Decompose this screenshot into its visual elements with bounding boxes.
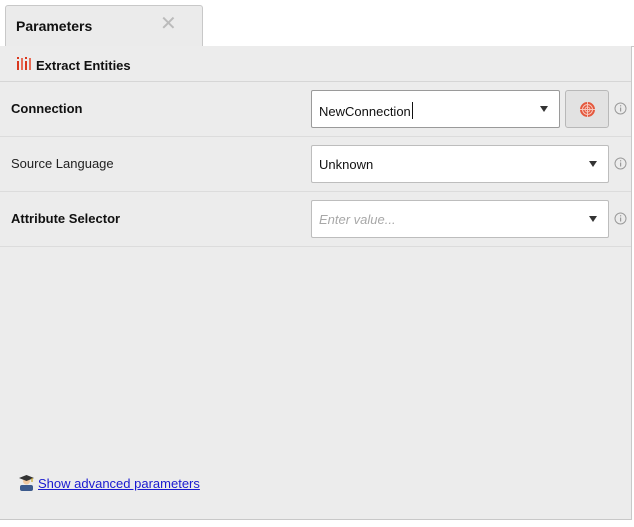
parameter-label-attribute-selector: Attribute Selector [11, 211, 121, 226]
info-icon[interactable] [614, 157, 627, 170]
chevron-down-icon[interactable] [589, 216, 597, 222]
tab-parameters[interactable]: Parameters ✕ [5, 5, 203, 46]
connection-combobox[interactable]: NewConnection [311, 90, 560, 128]
operator-title: Extract Entities [36, 58, 131, 73]
parameter-label-source-language: Source Language [11, 156, 114, 171]
parameter-row-attribute-selector: Attribute Selector Enter value... [0, 192, 631, 247]
tab-bar: Parameters ✕ [0, 0, 634, 47]
operator-header: Extract Entities [0, 46, 631, 82]
expert-user-icon [19, 475, 34, 491]
parameter-row-connection: Connection NewConnection [0, 82, 631, 137]
info-icon[interactable] [614, 212, 627, 225]
connection-button[interactable] [565, 90, 609, 128]
parameter-label-connection: Connection [11, 101, 83, 116]
parameters-panel: Extract Entities Connection NewConnectio… [0, 46, 632, 520]
info-icon[interactable] [614, 102, 627, 115]
close-icon[interactable]: ✕ [160, 14, 177, 34]
tab-label: Parameters [16, 18, 93, 34]
text-cursor [411, 102, 413, 119]
extract-entities-icon [17, 57, 31, 70]
source-language-value: Unknown [319, 157, 374, 172]
chevron-down-icon[interactable] [589, 161, 597, 167]
chevron-down-icon[interactable] [540, 106, 548, 112]
connection-icon [580, 102, 595, 117]
show-advanced-parameters-link[interactable]: Show advanced parameters [38, 476, 200, 491]
connection-value: NewConnection [319, 102, 413, 119]
source-language-combobox[interactable]: Unknown [311, 145, 609, 183]
parameter-row-source-language: Source Language Unknown [0, 137, 631, 192]
attribute-selector-placeholder: Enter value... [319, 212, 396, 227]
attribute-selector-combobox[interactable]: Enter value... [311, 200, 609, 238]
